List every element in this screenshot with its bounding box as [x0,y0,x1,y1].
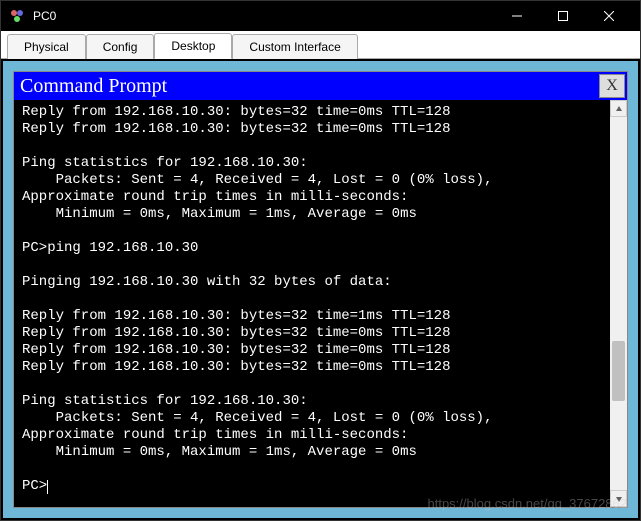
tab-label: Desktop [171,39,215,53]
command-prompt-close-button[interactable]: X [599,74,625,98]
scroll-track[interactable] [610,117,627,490]
tab-bar: Physical Config Desktop Custom Interface [1,31,640,59]
terminal-area: Reply from 192.168.10.30: bytes=32 time=… [14,100,627,507]
tab-label: Config [103,40,138,54]
app-icon [9,8,25,24]
scroll-up-button[interactable] [610,100,627,117]
window-title: PC0 [33,9,494,23]
scroll-thumb[interactable] [612,341,625,401]
window-buttons [494,1,632,31]
command-prompt-window: Command Prompt X Reply from 192.168.10.3… [13,71,628,508]
command-prompt-title: Command Prompt [20,75,599,98]
close-label: X [606,77,618,95]
maximize-button[interactable] [540,1,586,31]
tab-label: Physical [24,40,69,54]
tab-custom-interface[interactable]: Custom Interface [232,34,357,59]
terminal-output[interactable]: Reply from 192.168.10.30: bytes=32 time=… [14,100,610,507]
vertical-scrollbar[interactable] [610,100,627,507]
app-window: PC0 Physical Config Desktop Custom Inter… [0,0,641,521]
titlebar[interactable]: PC0 [1,1,640,31]
tab-config[interactable]: Config [86,34,155,59]
desktop-content: Command Prompt X Reply from 192.168.10.3… [1,59,640,520]
tab-desktop[interactable]: Desktop [154,33,232,59]
scroll-down-button[interactable] [610,490,627,507]
tab-label: Custom Interface [249,40,340,54]
terminal-cursor [47,480,48,494]
tab-physical[interactable]: Physical [7,34,86,59]
command-prompt-titlebar[interactable]: Command Prompt X [14,72,627,100]
minimize-button[interactable] [494,1,540,31]
close-button[interactable] [586,1,632,31]
